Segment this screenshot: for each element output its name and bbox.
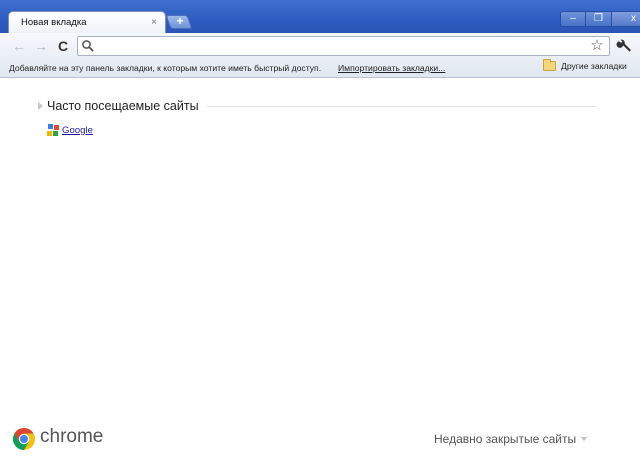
back-icon[interactable]: ← <box>10 37 28 55</box>
chrome-brand-text: chrome <box>40 426 104 447</box>
most-visited-title: Часто посещаемые сайты <box>47 99 199 113</box>
navigation-toolbar: ← → C ☆ <box>0 33 640 59</box>
recently-closed-label: Недавно закрытые сайты <box>434 432 577 446</box>
star-icon[interactable]: ☆ <box>588 37 606 55</box>
omnibox[interactable]: ☆ <box>77 36 610 56</box>
window-controls: – ❐ x <box>560 11 640 27</box>
minimize-button[interactable]: – <box>560 11 586 27</box>
reload-icon[interactable]: C <box>54 37 72 55</box>
wrench-icon[interactable] <box>615 38 633 54</box>
close-window-button[interactable]: x <box>612 11 640 27</box>
most-visited-header[interactable]: Часто посещаемые сайты <box>38 98 596 114</box>
other-bookmarks-button[interactable]: Другие закладки <box>543 59 627 71</box>
address-input[interactable] <box>98 38 578 54</box>
most-visited-site-google[interactable]: Google <box>47 124 93 137</box>
import-bookmarks-link[interactable]: Импортировать закладки... <box>338 63 445 73</box>
window-titlebar: Новая вкладка × + – ❐ x <box>0 0 640 33</box>
forward-icon[interactable]: → <box>32 37 50 55</box>
chevron-down-icon <box>581 437 588 441</box>
maximize-button[interactable]: ❐ <box>586 11 612 27</box>
recently-closed-menu[interactable]: Недавно закрытые сайты <box>434 432 588 446</box>
bookmarks-bar: Добавляйте на эту панель закладки, к кот… <box>0 59 640 78</box>
new-tab-plus-icon: + <box>176 14 184 28</box>
section-divider <box>206 105 596 107</box>
other-bookmarks-label: Другие закладки <box>561 61 627 71</box>
folder-icon <box>543 59 556 71</box>
search-icon <box>82 40 94 52</box>
google-favicon <box>47 124 60 137</box>
tab-new-tab[interactable]: Новая вкладка × <box>8 11 166 33</box>
bookmarks-hint: Добавляйте на эту панель закладки, к кот… <box>9 63 322 73</box>
tab-title: Новая вкладка <box>21 17 87 28</box>
chrome-logo-icon <box>12 428 35 450</box>
site-label: Google <box>62 125 93 136</box>
expand-triangle-icon <box>38 102 43 110</box>
tab-close-icon[interactable]: × <box>147 17 161 28</box>
